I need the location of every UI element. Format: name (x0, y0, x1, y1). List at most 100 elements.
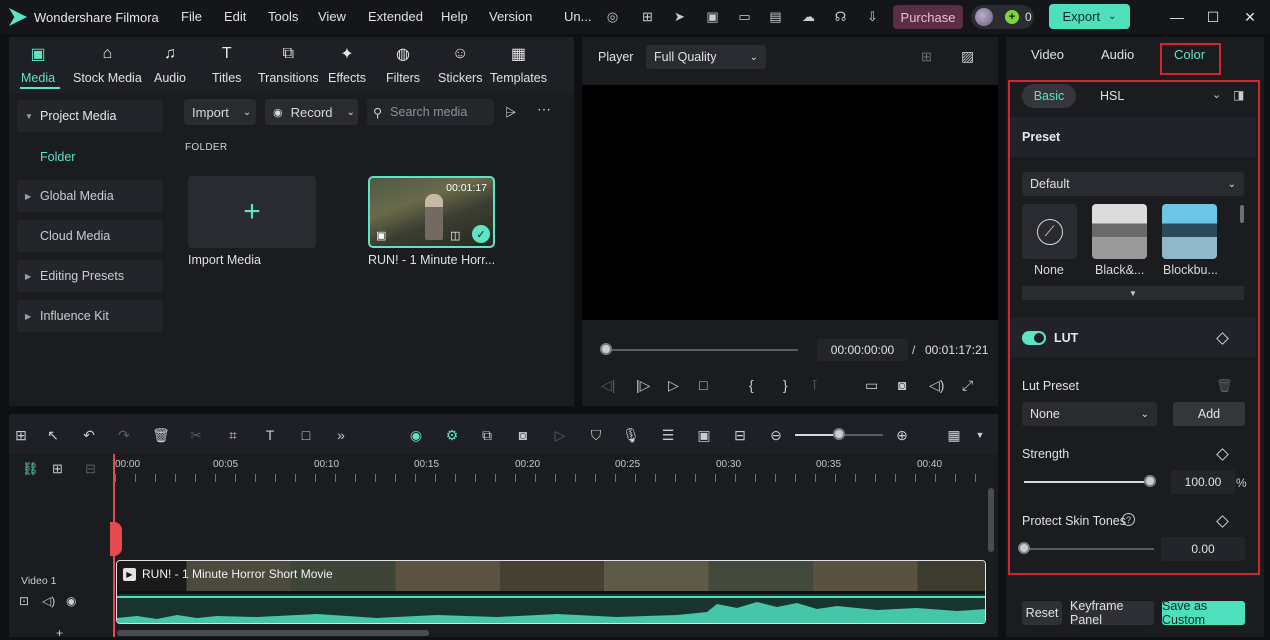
help-icon[interactable]: ? (1122, 513, 1135, 526)
zoom-in-icon[interactable]: ⊕ (893, 426, 911, 444)
subtitle-icon[interactable]: ☰ (659, 426, 677, 444)
playback-knob[interactable] (600, 343, 612, 355)
protect-skin-slider-knob[interactable] (1018, 542, 1030, 554)
mark-out-icon[interactable]: } (783, 377, 788, 393)
auto-reframe-icon[interactable]: ⧉ (478, 426, 496, 444)
add-icon[interactable]: + (56, 626, 63, 640)
menu-extended[interactable]: Extended (368, 9, 423, 24)
track-settings-icon[interactable]: ▦ (945, 426, 963, 444)
lut-preset-select[interactable]: None ⌄ (1022, 402, 1157, 426)
zoom-out-icon[interactable]: ⊖ (767, 426, 785, 444)
mute-icon[interactable]: ◁) (42, 594, 55, 608)
minimize-icon[interactable]: — (1167, 7, 1187, 27)
tab-basic[interactable]: Basic (1022, 84, 1076, 108)
menu-version[interactable]: Version (489, 9, 532, 24)
layout-icon[interactable]: ▭ (736, 8, 753, 25)
sidebar-item-influence-kit[interactable]: ▶ Influence Kit (17, 300, 163, 332)
gift-icon[interactable]: ⊞ (639, 8, 656, 25)
link-icon[interactable]: ⛓ (22, 461, 39, 477)
tab-effects[interactable]: ✦ Effects (328, 43, 366, 89)
trash-icon[interactable]: 🗑 (1216, 378, 1233, 394)
quality-select[interactable]: Full Quality ⌄ (646, 45, 766, 69)
filter-icon[interactable]: ⩥ (505, 104, 516, 121)
record-screen-icon[interactable]: ◙ (514, 426, 532, 444)
camera-icon[interactable]: ◙ (898, 377, 906, 393)
fullscreen-icon[interactable]: ⤢ (962, 377, 973, 394)
close-icon[interactable]: ✕ (1240, 7, 1260, 27)
tab-stock-media[interactable]: ⌂ Stock Media (73, 43, 142, 89)
sidebar-item-cloud-media[interactable]: Cloud Media (17, 220, 163, 252)
tab-media[interactable]: ▣ Media (21, 43, 55, 89)
microphone-icon[interactable]: 🎙 (622, 426, 640, 444)
chevron-down-icon[interactable]: ⌄ (1212, 88, 1221, 101)
tab-stickers[interactable]: ☺ Stickers (438, 43, 482, 89)
check-circle-icon[interactable]: ◎ (604, 8, 621, 25)
lut-add-button[interactable]: Add (1173, 402, 1245, 426)
lut-toggle[interactable] (1022, 331, 1046, 345)
export-button[interactable]: Export ⌄ (1049, 4, 1130, 29)
horizontal-scrollbar[interactable] (117, 630, 429, 636)
record-dropdown[interactable]: ◉ Record ⌄ (265, 99, 358, 125)
sidebar-item-project-media[interactable]: ▼ Project Media (17, 100, 163, 132)
tab-titles[interactable]: T Titles (212, 43, 241, 89)
previous-frame-icon[interactable]: ◁| (601, 377, 615, 394)
preset-blockbuster-tile[interactable] (1162, 204, 1217, 259)
protect-skin-value-input[interactable]: 0.00 (1161, 537, 1245, 561)
sidebar-item-global-media[interactable]: ▶ Global Media (17, 180, 163, 212)
tab-transitions[interactable]: ⧉ Transitions (258, 43, 319, 89)
import-dropdown[interactable]: Import ⌄ (184, 99, 256, 125)
playhead-handle[interactable] (110, 522, 122, 556)
shield-icon[interactable]: ⛉ (587, 426, 605, 444)
menu-tools[interactable]: Tools (268, 9, 298, 24)
save-as-custom-button[interactable]: Save as Custom (1162, 599, 1245, 627)
timeline-video-clip[interactable]: ▶ RUN! - 1 Minute Horror Short Movie (116, 560, 986, 624)
expand-presets-button[interactable]: ▼ (1022, 286, 1244, 300)
preset-none-tile[interactable]: ⟋ (1022, 204, 1077, 259)
tab-audio[interactable]: ♫ Audio (154, 43, 186, 89)
shape-icon[interactable]: □ (297, 426, 315, 444)
preset-select[interactable]: Default ⌄ (1022, 172, 1244, 196)
protect-skin-slider-track[interactable] (1024, 548, 1154, 550)
menu-help[interactable]: Help (441, 9, 468, 24)
preset-black-white-tile[interactable] (1092, 204, 1147, 259)
feedback-icon[interactable]: ▣ (704, 8, 721, 25)
menu-file[interactable]: File (181, 9, 202, 24)
delete-icon[interactable]: 🗑 (152, 426, 170, 444)
zoom-slider-knob[interactable] (833, 428, 845, 440)
cloud-icon[interactable]: ☁ (800, 8, 817, 25)
track-manager-icon[interactable]: ⊟ (85, 461, 96, 477)
volume-icon[interactable]: ◁) (929, 377, 944, 394)
more-tools-icon[interactable]: » (332, 426, 350, 444)
preset-scrollbar[interactable] (1240, 205, 1244, 223)
send-icon[interactable]: ➤ (671, 8, 688, 25)
fit-icon[interactable]: ⊟ (731, 426, 749, 444)
menu-view[interactable]: View (318, 9, 346, 24)
snapshot-image-icon[interactable]: ▨ (961, 48, 974, 65)
media-clip-thumbnail[interactable]: 00:01:17 ▣ ◫ ✓ (368, 176, 495, 248)
lock-icon[interactable]: ⊡ (19, 594, 29, 608)
undo-icon[interactable]: ↶ (80, 426, 98, 444)
tab-video[interactable]: Video (1031, 47, 1064, 62)
reset-button[interactable]: Reset (1022, 601, 1062, 625)
project-name[interactable]: Un... (564, 9, 591, 24)
mark-in-icon[interactable]: { (749, 377, 754, 393)
display-icon[interactable]: ▭ (865, 377, 878, 394)
caret-down-icon[interactable]: ▼ (971, 426, 989, 444)
layout-grid-icon[interactable]: ⊞ (12, 426, 30, 444)
insert-marker-icon[interactable]: ⊺ (811, 377, 818, 394)
step-forward-icon[interactable]: |▷ (636, 377, 650, 394)
save-icon[interactable]: ▤ (767, 8, 784, 25)
sidebar-item-editing-presets[interactable]: ▶ Editing Presets (17, 260, 163, 292)
strength-value-input[interactable]: 100.00 (1171, 470, 1235, 494)
strength-slider-knob[interactable] (1144, 475, 1156, 487)
select-tool-icon[interactable]: ↖ (44, 426, 62, 444)
tab-templates[interactable]: ▦ Templates (490, 43, 547, 89)
crop-icon[interactable]: ⌗ (224, 426, 242, 444)
add-track-icon[interactable]: ⊞ (52, 461, 63, 477)
redo-icon[interactable]: ↷ (115, 426, 133, 444)
compare-view-icon[interactable]: ◨ (1233, 88, 1244, 102)
eye-icon[interactable]: ◉ (66, 594, 76, 608)
cut-icon[interactable]: ✂ (187, 426, 205, 444)
render-icon[interactable]: ▷ (551, 426, 569, 444)
download-icon[interactable]: ⇩ (864, 8, 881, 25)
